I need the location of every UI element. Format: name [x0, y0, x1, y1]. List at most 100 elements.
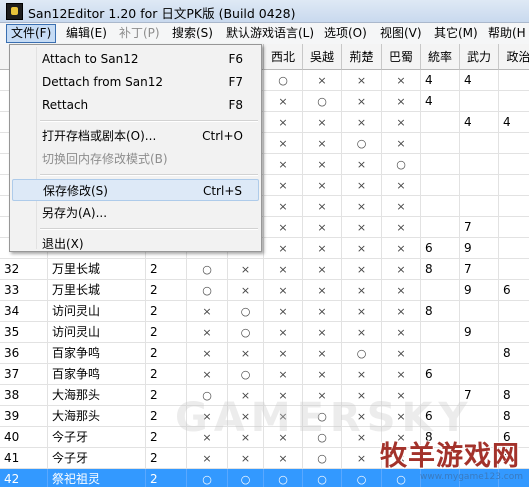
- table-cell: ○: [264, 70, 303, 91]
- table-cell: 祭祀祖灵: [48, 469, 146, 487]
- cross-mark: ×: [317, 242, 327, 255]
- table-cell: ×: [264, 91, 303, 112]
- cross-mark: ×: [396, 305, 406, 318]
- cross-mark: ×: [356, 242, 367, 255]
- file-menu-item-5[interactable]: 切换回内存修改模式(B): [12, 148, 259, 170]
- circle-mark: ○: [240, 326, 251, 339]
- menu-3[interactable]: 搜索(S): [168, 25, 217, 42]
- cross-mark: ×: [317, 263, 327, 276]
- cross-mark: ×: [202, 452, 212, 465]
- table-cell: [499, 133, 529, 154]
- cross-mark: ×: [278, 179, 288, 192]
- table-cell: 41: [0, 448, 48, 469]
- table-cell: ○: [303, 91, 342, 112]
- table-cell: ×: [264, 175, 303, 196]
- table-cell: [421, 154, 460, 175]
- table-cell: ×: [382, 238, 421, 259]
- cross-mark: ×: [317, 200, 327, 213]
- menu-4[interactable]: 默认游戏语言(L): [222, 25, 318, 42]
- table-cell: ×: [264, 322, 303, 343]
- file-menu-item-1[interactable]: Dettach from San12 F7: [12, 71, 259, 93]
- title-bar[interactable]: San12Editor 1.20 for 日文PK版 (Build 0428): [0, 0, 529, 23]
- menu-item-label: Dettach from San12: [42, 75, 163, 89]
- file-menu-item-4[interactable]: 打开存档或剧本(O)... Ctrl+O: [12, 125, 259, 147]
- table-cell: [460, 133, 499, 154]
- table-cell: [460, 301, 499, 322]
- table-cell: [499, 364, 529, 385]
- table-row[interactable]: 36 百家争鸣 2 × × × × ○ × 8: [0, 343, 529, 364]
- file-menu-item-8[interactable]: 另存为(A)...: [12, 202, 259, 224]
- column-header-7[interactable]: 荊楚: [342, 44, 382, 70]
- table-row[interactable]: 34 访问灵山 2 × ○ × × × × 8: [0, 301, 529, 322]
- menu-0[interactable]: 文件(F): [6, 24, 57, 43]
- table-cell: ×: [264, 343, 303, 364]
- table-cell: 4: [421, 70, 460, 91]
- table-cell: 今子牙: [48, 448, 146, 469]
- table-cell: ○: [382, 154, 421, 175]
- cross-mark: ×: [356, 368, 367, 381]
- table-row[interactable]: 37 百家争鸣 2 × ○ × × × × 6: [0, 364, 529, 385]
- table-cell: ○: [228, 469, 264, 487]
- menu-5[interactable]: 选项(O): [320, 25, 371, 42]
- table-cell: 9: [460, 238, 499, 259]
- table-cell: 39: [0, 406, 48, 427]
- table-cell: ×: [264, 301, 303, 322]
- file-menu-item-2[interactable]: Rettach F8: [12, 94, 259, 116]
- menu-1[interactable]: 编辑(E): [62, 25, 111, 42]
- table-row[interactable]: 33 万里长城 2 ○ × × × × × 9 6: [0, 280, 529, 301]
- table-cell: ×: [382, 259, 421, 280]
- table-row[interactable]: 35 访问灵山 2 × ○ × × × × 9: [0, 322, 529, 343]
- cross-mark: ×: [317, 284, 327, 297]
- table-cell: ×: [228, 259, 264, 280]
- cross-mark: ×: [396, 221, 406, 234]
- cross-mark: ×: [356, 179, 367, 192]
- table-cell: 7: [460, 217, 499, 238]
- cross-mark: ×: [240, 452, 251, 465]
- cross-mark: ×: [278, 368, 288, 381]
- menu-item-label: Attach to San12: [42, 52, 139, 66]
- logo-url: www.mygame123.com: [420, 472, 524, 482]
- cross-mark: ×: [356, 326, 367, 339]
- column-header-10[interactable]: 武力: [460, 44, 499, 70]
- menu-item-shortcut: F6: [228, 52, 243, 66]
- table-cell: 6: [421, 238, 460, 259]
- file-menu-item-10[interactable]: 退出(X): [12, 233, 259, 255]
- table-cell: [460, 154, 499, 175]
- table-cell: [460, 364, 499, 385]
- cross-mark: ×: [278, 326, 288, 339]
- menu-item-shortcut: Ctrl+O: [202, 129, 243, 143]
- column-header-5[interactable]: 西北: [264, 44, 303, 70]
- menu-item-label: Rettach: [42, 98, 89, 112]
- column-header-9[interactable]: 統率: [421, 44, 460, 70]
- menu-2[interactable]: 补丁(P): [115, 25, 164, 42]
- table-cell: ×: [187, 448, 228, 469]
- cross-mark: ×: [356, 263, 367, 276]
- menu-item-label: 退出(X): [42, 237, 84, 251]
- table-cell: ×: [342, 112, 382, 133]
- table-cell: 4: [499, 112, 529, 133]
- table-cell: ×: [264, 196, 303, 217]
- file-menu-item-0[interactable]: Attach to San12 F6: [12, 48, 259, 70]
- column-header-11[interactable]: 政治: [499, 44, 529, 70]
- table-cell: ×: [342, 70, 382, 91]
- table-cell: [499, 175, 529, 196]
- menu-6[interactable]: 视图(V): [376, 25, 426, 42]
- table-cell: 38: [0, 385, 48, 406]
- table-cell: ×: [228, 280, 264, 301]
- table-cell: ×: [303, 70, 342, 91]
- column-header-6[interactable]: 吳越: [303, 44, 342, 70]
- table-cell: 9: [460, 280, 499, 301]
- table-cell: ×: [382, 70, 421, 91]
- table-cell: ○: [228, 322, 264, 343]
- table-cell: ×: [382, 322, 421, 343]
- file-menu-dropdown: Attach to San12 F6 Dettach from San12 F7 Ret…: [9, 44, 262, 252]
- cross-mark: ×: [317, 116, 327, 129]
- table-cell: ×: [264, 280, 303, 301]
- file-menu-item-7[interactable]: 保存修改(S) Ctrl+S: [12, 179, 259, 201]
- table-cell: ×: [342, 364, 382, 385]
- column-header-8[interactable]: 巴蜀: [382, 44, 421, 70]
- menu-8[interactable]: 帮助(H: [484, 25, 529, 42]
- cross-mark: ×: [278, 95, 288, 108]
- table-row[interactable]: 32 万里长城 2 ○ × × × × × 8 7: [0, 259, 529, 280]
- menu-7[interactable]: 其它(M): [430, 25, 482, 42]
